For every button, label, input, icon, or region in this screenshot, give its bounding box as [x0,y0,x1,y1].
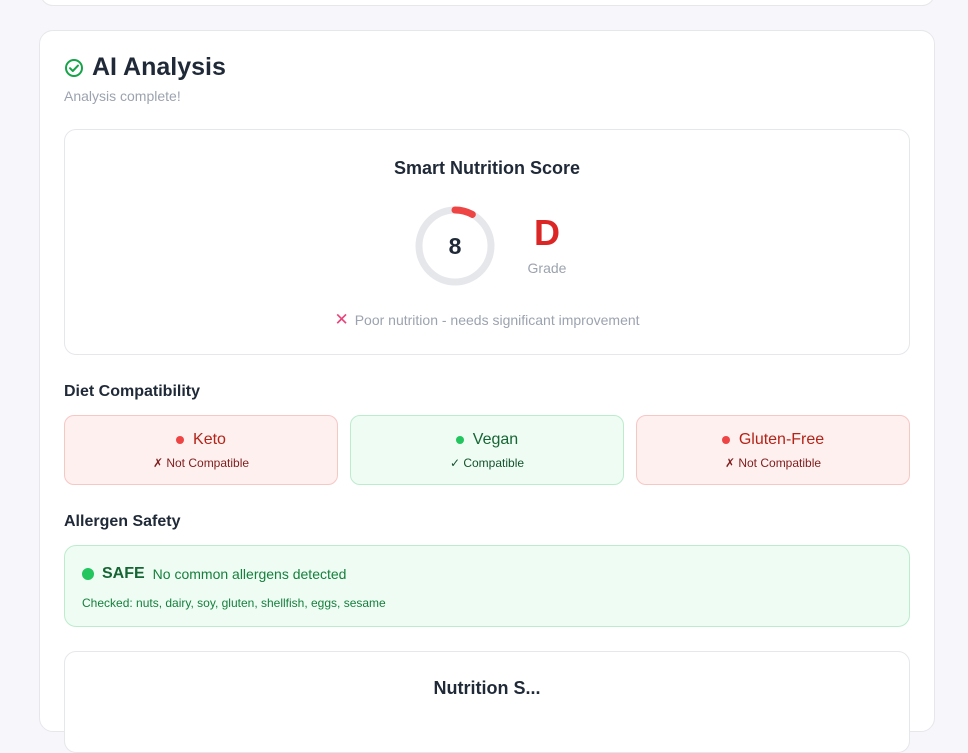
status-dot [455,435,464,444]
ai-analysis-card: AI Analysis Analysis complete! Smart Nut… [39,30,935,753]
diet-card-keto: Keto ✗ Not Compatible [64,415,338,485]
diet-name: Vegan [455,430,519,449]
card-title: AI Analysis [92,53,226,81]
diet-status: ✗ Not Compatible [724,455,822,470]
score-title: Smart Nutrition Score [393,158,581,178]
diet-status: ✓ Compatible [449,455,525,470]
card-subtitle: Analysis complete! [64,88,181,104]
allergen-status: SAFE [102,565,145,582]
allergen-header: SAFE No common allergens detected [82,565,346,583]
diet-section-title: Diet Compatibility [64,383,201,400]
allergen-section-title: Allergen Safety [64,513,181,530]
check-circle-icon [64,58,84,78]
diet-label: Gluten-Free [738,430,825,448]
grade-letter: D [534,212,560,253]
diet-label: Keto [193,430,226,448]
allergen-checked-list: Checked: nuts, dairy, soy, gluten, shell… [82,596,386,610]
score-message: ✕ Poor nutrition - needs significant imp… [65,310,909,330]
diet-card-gluten-free: Gluten-Free ✗ Not Compatible [636,415,910,485]
previous-card [40,0,935,6]
diet-label: Vegan [472,430,519,448]
score-value: 8 [448,232,462,259]
diet-name: Keto [176,431,226,449]
nutrition-section-panel: Nutrition S... [64,651,910,753]
diet-card-vegan: Vegan ✓ Compatible [350,415,624,485]
allergen-safety-panel: SAFE No common allergens detected Checke… [64,545,910,627]
diet-name: Gluten-Free [721,430,825,449]
grade-label: Grade [527,260,567,276]
card-header: AI Analysis [64,53,226,82]
nutrition-section-title: Nutrition S... [433,678,541,698]
safe-status-dot [82,568,94,580]
score-message-text: Poor nutrition - needs significant impro… [354,312,640,328]
nutrition-score-panel: Smart Nutrition Score 8 D Grade ✕ Poor n… [64,129,910,355]
diet-status: ✗ Not Compatible [152,455,250,470]
status-dot [721,435,730,444]
status-dot [176,435,185,444]
cross-mark-icon: ✕ [334,310,349,329]
diet-compatibility-row: Keto ✗ Not Compatible Vegan ✓ Compatible… [64,415,910,485]
allergen-message: No common allergens detected [152,566,347,582]
